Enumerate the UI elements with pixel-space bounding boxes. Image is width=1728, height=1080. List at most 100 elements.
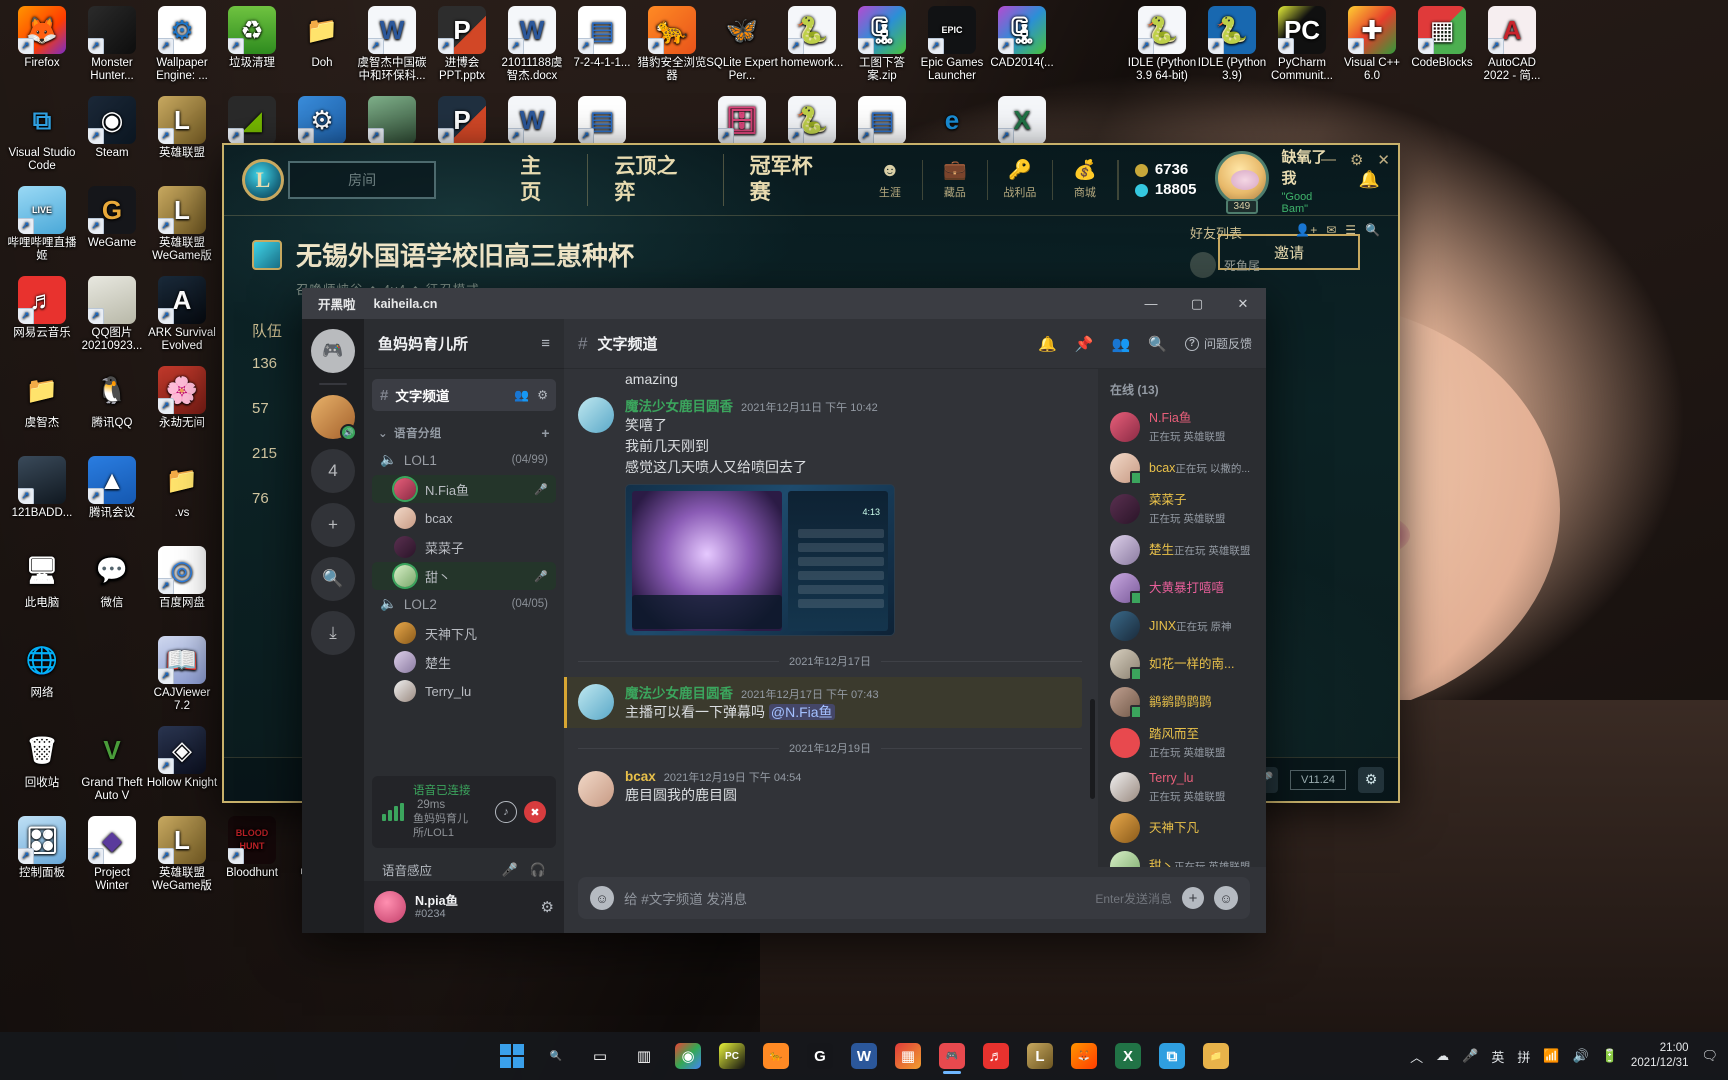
desktop-icon[interactable]: ▤ [566, 96, 638, 147]
taskbar-clock[interactable]: 21:00 2021/12/31 [1631, 1041, 1689, 1071]
emoji-icon[interactable]: ☺ [590, 886, 614, 910]
desktop-icon[interactable]: ▦ CodeBlocks [1406, 6, 1478, 70]
taskbar-pycharm-icon[interactable]: PC [712, 1036, 752, 1076]
member-list-item[interactable]: 天神下凡 [1098, 810, 1266, 846]
desktop-icon[interactable]: A AutoCAD 2022 - 简... [1476, 6, 1548, 83]
lol-store-button[interactable]: 💰 商城 [1053, 160, 1118, 200]
desktop-icon[interactable]: 🐍 homework... [776, 6, 848, 70]
desktop-icon[interactable]: L 英雄联盟WeGame版 [146, 816, 218, 893]
desktop-icon[interactable]: ◆ Project Winter [76, 816, 148, 893]
desktop-icon[interactable]: ◢ [216, 96, 288, 147]
desktop-icon[interactable]: 121BADD... [6, 456, 78, 520]
message-author[interactable]: bcax [625, 769, 656, 784]
desktop-icon[interactable]: 📁 Doh [286, 6, 358, 70]
taskbar-netease-music-icon[interactable]: ♬ [976, 1036, 1016, 1076]
kaiheila-window[interactable]: 开黑啦 kaiheila.cn — ▢ ✕ 🎮 🔊 4 + 🔍 ⤓ 鱼妈妈育儿所… [302, 288, 1266, 933]
kaiheila-close-button[interactable]: ✕ [1220, 288, 1266, 319]
taskbar-widgets-icon[interactable]: ▥ [624, 1036, 664, 1076]
settings-gear-icon[interactable]: ⚙ [1358, 766, 1384, 793]
desktop-icon[interactable]: ⧉ Visual Studio Code [6, 96, 78, 173]
guild-rail-icon[interactable]: 🔊 [311, 395, 357, 441]
lol-minimize-button[interactable]: — [1321, 151, 1336, 169]
add-channel-icon[interactable]: + [541, 425, 550, 441]
message-scrollbar[interactable] [1090, 699, 1095, 799]
voice-channel-user[interactable]: 天神下凡 [372, 619, 556, 647]
desktop-icon[interactable]: Monster Hunter... [76, 6, 148, 83]
channel-text-main[interactable]: # 文字频道 👥 ⚙ [372, 379, 556, 411]
taskbar-lol-icon[interactable]: L [1020, 1036, 1060, 1076]
desktop-icon[interactable]: ▤ 7-2-4-1-1... [566, 6, 638, 70]
taskbar-firefox-icon[interactable]: 🦊 [1064, 1036, 1104, 1076]
desktop-icon[interactable]: 🗄 [706, 96, 778, 147]
desktop-icon[interactable]: BLOOD HUNT Bloodhunt [216, 816, 288, 880]
desktop-icon[interactable]: 🐆 猎豹安全浏览器 [636, 6, 708, 83]
voice-channel-user[interactable]: 甜丶 🎤 [372, 562, 556, 590]
add-member-icon[interactable]: 👥 [514, 388, 529, 402]
desktop-icon[interactable]: 🐧 腾讯QQ [76, 366, 148, 430]
desktop-icon[interactable]: A ARK Survival Evolved [146, 276, 218, 353]
desktop-icon[interactable]: 🗑 回收站 [6, 726, 78, 790]
chevron-up-icon[interactable]: ︿ [1410, 1047, 1423, 1066]
desktop-icon[interactable]: 🎛 控制面板 [6, 816, 78, 880]
headset-icon[interactable]: 🎧 [530, 862, 546, 878]
ime-mode-indicator[interactable]: 拼 [1517, 1047, 1530, 1066]
desktop-icon[interactable]: G WeGame [76, 186, 148, 250]
desktop-icon[interactable]: 📁 虞智杰 [6, 366, 78, 430]
desktop-icon[interactable]: ⚙ [286, 96, 358, 147]
wifi-icon[interactable]: 📶 [1543, 1048, 1559, 1064]
desktop-icon[interactable]: L 英雄联盟 [146, 96, 218, 160]
lol-loot-button[interactable]: 🔑 战利品 [988, 160, 1053, 200]
taskbar-task-view-icon[interactable]: ▭ [580, 1036, 620, 1076]
desktop-icon[interactable]: 🌸 永劫无间 [146, 366, 218, 430]
desktop-icon[interactable]: 🐍 IDLE (Python 3.9 64-bit) [1126, 6, 1198, 83]
message-input[interactable]: 给 #文字频道 发消息 [624, 888, 747, 908]
member-list-item[interactable]: 踏风而至正在玩 英雄联盟 [1098, 722, 1266, 764]
guild-rail-badge[interactable]: 4 [311, 449, 355, 493]
member-list-item[interactable]: 菜菜子正在玩 英雄联盟 [1098, 488, 1266, 530]
avatar[interactable] [578, 771, 614, 807]
desktop-icon[interactable]: 🦋 SQLite Expert Per... [706, 6, 778, 83]
voice-channel-user[interactable]: N.Fia鱼 🎤 [372, 475, 556, 503]
inbox-icon[interactable]: ✉ [1326, 223, 1336, 242]
taskbar-excel-icon[interactable]: X [1108, 1036, 1148, 1076]
microphone-icon[interactable]: 🎤 [1462, 1048, 1478, 1064]
desktop-icon[interactable]: W 21011188虞智杰.docx [496, 6, 568, 83]
voice-channel-user[interactable]: Terry_lu [372, 677, 556, 705]
explore-icon[interactable]: 🔍 [311, 557, 355, 601]
lol-tab-championscup[interactable]: 冠军杯赛 [724, 154, 858, 206]
taskbar-start-button[interactable] [492, 1036, 532, 1076]
voice-channel[interactable]: 🔈 LOL2 (04/05) [372, 591, 556, 617]
voice-channel-user[interactable]: 楚生 [372, 648, 556, 676]
taskbar-cheetah-browser-icon[interactable]: 🐆 [756, 1036, 796, 1076]
search-icon[interactable]: 🔍 [1365, 223, 1380, 242]
member-list-item[interactable]: 鹟鹟鹍鹍鹍 [1098, 684, 1266, 720]
lol-tab-tft[interactable]: 云顶之弈 [588, 154, 724, 206]
cloud-icon[interactable]: ☁ [1436, 1048, 1449, 1064]
message[interactable]: bcax 2021年12月19日 下午 04:54 鹿目圆我的鹿目圆 [578, 764, 1082, 812]
hamburger-icon[interactable]: ≡ [541, 335, 550, 352]
battery-icon[interactable]: 🔋 [1602, 1048, 1618, 1064]
message-image[interactable]: 4:13 [625, 484, 895, 636]
current-user-bar[interactable]: N.pia鱼 #0234 ⚙ [364, 881, 564, 933]
desktop-icon[interactable]: PC PyCharm Communit... [1266, 6, 1338, 83]
desktop-icon[interactable]: 📁 .vs [146, 456, 218, 520]
add-server-icon[interactable]: + [311, 503, 355, 547]
member-list-item[interactable]: 大黄暴打嘻嘻 [1098, 570, 1266, 606]
taskbar-store-icon[interactable]: ▦ [888, 1036, 928, 1076]
avatar[interactable] [578, 684, 614, 720]
download-icon[interactable]: ⤓ [311, 611, 355, 655]
ime-language-indicator[interactable]: 英 [1491, 1047, 1504, 1066]
microphone-icon[interactable]: 🎤 [502, 862, 518, 878]
desktop-icon[interactable]: V Grand Theft Auto V [76, 726, 148, 803]
search-icon[interactable]: 🔍 [1148, 335, 1167, 353]
taskbar-kaiheila-icon[interactable]: 🎮 [932, 1036, 972, 1076]
gear-icon[interactable]: ⚙ [537, 388, 548, 402]
mention-tag[interactable]: @N.Fia鱼 [768, 704, 835, 720]
category-voice-group[interactable]: ⌄ 语音分组 + [372, 423, 556, 443]
lol-window-controls[interactable]: — ⚙ ✕ [1321, 151, 1390, 169]
member-list-item[interactable]: 甜丶正在玩 英雄联盟 [1098, 848, 1266, 867]
desktop-icon[interactable] [356, 96, 428, 147]
kaiheila-titlebar[interactable]: 开黑啦 kaiheila.cn — ▢ ✕ [302, 288, 1266, 319]
feedback-button[interactable]: ? 问题反馈 [1184, 335, 1252, 352]
desktop-icon[interactable]: ▤ [846, 96, 918, 147]
